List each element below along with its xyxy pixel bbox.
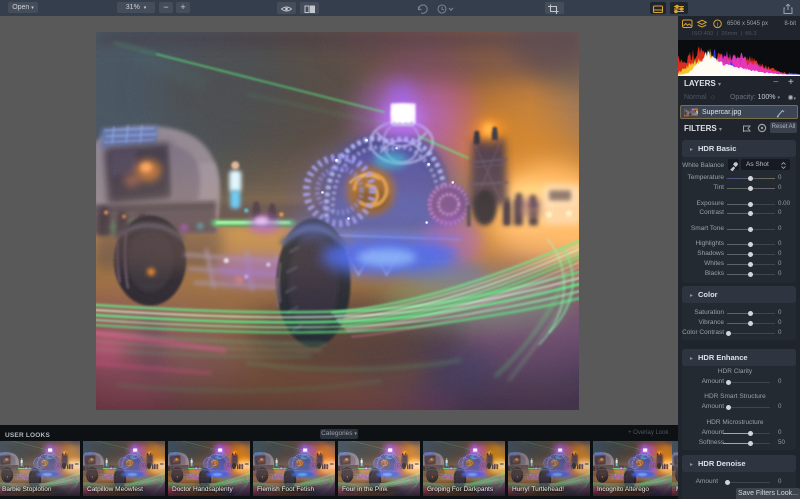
svg-text:i: i bbox=[717, 22, 718, 28]
